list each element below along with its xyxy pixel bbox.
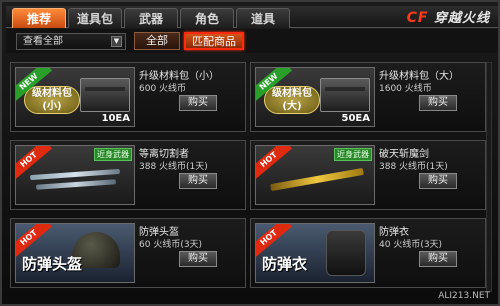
buy-button[interactable]: 购买	[179, 173, 217, 189]
melee-weapon-tag: 近身武器	[334, 148, 372, 161]
product-price: 388 火线币(1天)	[139, 162, 208, 172]
tab-characters[interactable]: 角色	[180, 8, 234, 28]
buy-button[interactable]: 购买	[179, 251, 217, 267]
game-logo: CF 穿越火线	[407, 9, 490, 27]
product-card[interactable]: 防弹头盔 HOT 防弹头盔 60 火线币(3天) 购买	[10, 218, 246, 288]
buy-button[interactable]: 购买	[419, 173, 457, 189]
package-label: 级材料包(小)	[24, 86, 80, 114]
product-name: 防弹头盔	[139, 227, 179, 238]
product-image: 防弹头盔 HOT	[15, 223, 135, 283]
product-name: 破天斩魔剑	[379, 149, 429, 160]
hot-badge: HOT	[256, 146, 293, 181]
sword-icon	[270, 167, 364, 192]
dropdown-value: 查看全部	[23, 36, 63, 47]
buy-button[interactable]: 购买	[419, 251, 457, 267]
tab-items[interactable]: 道具	[236, 8, 290, 28]
product-name: 升级材料包（小）	[139, 71, 219, 82]
shop-window: 推荐 道具包 武器 角色 道具 CF 穿越火线 查看全部 ▼ 全部 匹配商品 级…	[0, 0, 500, 306]
logo-cf: CF	[406, 10, 429, 26]
crate-icon	[80, 78, 130, 112]
all-button[interactable]: 全部	[134, 32, 180, 50]
view-filter-dropdown[interactable]: 查看全部 ▼	[16, 33, 126, 50]
product-image: 近身武器 HOT	[15, 145, 135, 205]
package-label: 级材料包(大)	[264, 86, 320, 114]
product-name: 等离切割者	[139, 149, 189, 160]
crate-icon	[320, 78, 370, 112]
product-name: 升级材料包（大）	[379, 71, 459, 82]
tab-item-packs[interactable]: 道具包	[68, 8, 122, 28]
product-card[interactable]: 级材料包(小) 10EA NEW 升级材料包（小） 600 火线币 购买	[10, 62, 246, 132]
product-card[interactable]: 级材料包(大) 50EA NEW 升级材料包（大） 1600 火线币 购买	[250, 62, 486, 132]
match-items-button[interactable]: 匹配商品	[184, 32, 244, 50]
tab-weapons[interactable]: 武器	[124, 8, 178, 28]
logo-text: 穿越火线	[433, 11, 490, 26]
blade-icon	[35, 179, 117, 190]
product-card[interactable]: 防弹衣 HOT 防弹衣 40 火线币(3天) 购买	[250, 218, 486, 288]
product-price: 1600 火线币	[379, 84, 432, 94]
scrollbar[interactable]	[486, 62, 492, 292]
category-tab-bar: 推荐 道具包 武器 角色 道具 CF 穿越火线	[6, 6, 498, 28]
product-card[interactable]: 近身武器 HOT 破天斩魔剑 388 火线币(1天) 购买	[250, 140, 486, 210]
blade-icon	[29, 168, 121, 181]
buy-button[interactable]: 购买	[419, 95, 457, 111]
melee-weapon-tag: 近身武器	[94, 148, 132, 161]
filter-bar: 查看全部 ▼ 全部 匹配商品	[6, 29, 498, 53]
quantity-label: 50EA	[341, 113, 371, 124]
product-price: 600 火线币	[139, 84, 187, 94]
chevron-down-icon[interactable]: ▼	[111, 36, 122, 47]
quantity-label: 10EA	[101, 113, 131, 124]
product-name: 防弹衣	[379, 227, 409, 238]
product-price: 40 火线币(3天)	[379, 240, 443, 250]
product-card[interactable]: 近身武器 HOT 等离切割者 388 火线币(1天) 购买	[10, 140, 246, 210]
tab-recommended[interactable]: 推荐	[12, 8, 66, 28]
product-price: 60 火线币(3天)	[139, 240, 203, 250]
product-price: 388 火线币(1天)	[379, 162, 448, 172]
product-image: 级材料包(大) 50EA NEW	[255, 67, 375, 127]
product-image-label: 防弹衣	[262, 255, 308, 273]
vest-icon	[326, 230, 366, 276]
buy-button[interactable]: 购买	[179, 95, 217, 111]
watermark: ALI213.NET	[438, 291, 490, 301]
product-image: 级材料包(小) 10EA NEW	[15, 67, 135, 127]
product-image-label: 防弹头盔	[22, 255, 83, 273]
product-image: 近身武器 HOT	[255, 145, 375, 205]
product-image: 防弹衣 HOT	[255, 223, 375, 283]
